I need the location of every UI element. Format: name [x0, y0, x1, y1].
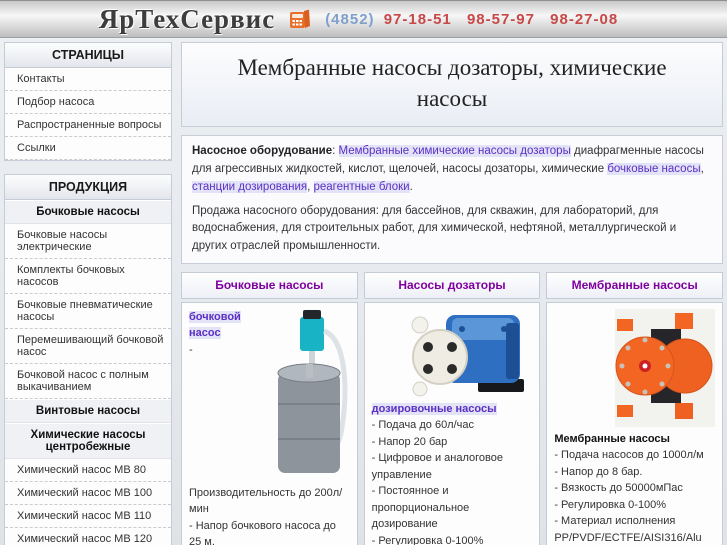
pages-panel-title: СТРАНИЦЫ [5, 43, 171, 68]
sidebar-group-screw-pumps[interactable]: Винтовые насосы [5, 399, 171, 423]
intro-paragraph-1: Насосное оборудование: Мембранные химиче… [192, 143, 712, 196]
sidebar-item-contacts[interactable]: Контакты [5, 68, 171, 91]
sidebar-item[interactable]: Химический насос МВ 100 [5, 482, 171, 505]
product-cards-row-1: Бочковые насосы бочковой насос - Произво… [181, 271, 723, 545]
spec-line: - Цифровое и аналоговое управление [371, 452, 503, 481]
intro-paragraph-2: Продажа насосного оборудования: для басс… [192, 204, 677, 253]
card-membrane-pumps: Мембранные насосы Мембранные насосы - По… [546, 271, 723, 545]
spec-line: - Напор 20 бар [371, 435, 448, 448]
pages-panel: СТРАНИЦЫ Контакты Подбор насоса Распрост… [4, 42, 172, 161]
link-reagent-blocks[interactable]: реагентные блоки [313, 180, 410, 193]
intro-period: . [409, 180, 413, 193]
fax-phone-icon [290, 9, 311, 28]
sidebar-item[interactable]: Бочковые пневматические насосы [5, 294, 171, 329]
membrane-pump-image[interactable] [615, 308, 715, 427]
sidebar-item[interactable]: Химический насос МВ 80 [5, 459, 171, 482]
card-dosing-pumps: Насосы дозаторы дозировочные насосы - По… [363, 271, 541, 545]
site-logo[interactable]: ЯрТехСервис [99, 4, 275, 35]
main-content: Мембранные насосы дозаторы, химические н… [181, 42, 723, 545]
card-barrel-pumps: Бочковые насосы бочковой насос - Произво… [181, 271, 358, 545]
link-dosing-stations[interactable]: станции дозирования [192, 180, 308, 193]
phone-numbers: (4852) 97-18-51 98-57-97 98-27-08 [325, 11, 628, 28]
sidebar-item[interactable]: Химический насос МВ 110 [5, 505, 171, 528]
dosing-pump-image[interactable] [400, 309, 532, 397]
products-panel: ПРОДУКЦИЯ Бочковые насосы Бочковые насос… [4, 174, 172, 545]
sidebar-item-pump-selection[interactable]: Подбор насоса [5, 91, 171, 114]
spec-line: - Регулировка 0-100% [371, 534, 484, 545]
intro-sep: , [307, 180, 314, 193]
card-dosing-pumps-body: дозировочные насосы - Подача до 60л/час … [363, 301, 541, 545]
card-barrel-pumps-body: бочковой насос - Производительность до 2… [181, 301, 358, 545]
phone-number: 97-18-51 [383, 10, 452, 28]
sidebar-group-chemical-centrifugal[interactable]: Химические насосы центробежные [5, 423, 171, 459]
phone-area-code: (4852) [325, 10, 375, 28]
barrel-pump-image[interactable] [270, 309, 350, 481]
card-dosing-pumps-title[interactable]: Насосы дозаторы [363, 271, 541, 299]
page-title: Мембранные насосы дозаторы, химические н… [181, 42, 723, 128]
link-barrel-pump[interactable]: бочковой насос [189, 310, 241, 340]
sidebar-item[interactable]: Бочковые насосы электрические [5, 224, 171, 259]
top-header-bar: ЯрТехСервис (4852) 97-18-51 98-57-97 98-… [0, 0, 727, 38]
sidebar: СТРАНИЦЫ Контакты Подбор насоса Распрост… [4, 42, 172, 545]
spec-line: - Вязкость до 50000мПас [554, 482, 683, 495]
sidebar-item[interactable]: Химический насос МВ 120 [5, 528, 171, 545]
intro-colon: : [332, 145, 339, 158]
sidebar-group-barrel-pumps[interactable]: Бочковые насосы [5, 200, 171, 224]
sidebar-item[interactable]: Перемешивающий бочковой насос [5, 329, 171, 364]
spec-line: - Материал исполнения PP/PVDF/ECTFE/AISI… [554, 515, 702, 544]
spec-line: - Подача до 60л/час [371, 419, 475, 432]
spec-line: - Напор до 8 бар. [554, 465, 643, 478]
phone-number: 98-27-08 [550, 10, 619, 28]
card-subtitle: Мембранные насосы [554, 432, 670, 445]
sidebar-item[interactable]: Комплекты бочковых насосов [5, 259, 171, 294]
link-dosing-pumps[interactable]: дозировочные насосы [371, 402, 497, 415]
products-panel-title: ПРОДУКЦИЯ [5, 175, 171, 200]
page-body: СТРАНИЦЫ Контакты Подбор насоса Распрост… [0, 38, 727, 545]
intro-sep: , [700, 162, 704, 175]
spec-line: - Регулировка 0-100% [554, 498, 667, 511]
card-membrane-pumps-body: Мембранные насосы - Подача насосов до 10… [546, 301, 723, 545]
link-membrane-dosing-pumps[interactable]: Мембранные химические насосы дозаторы [338, 145, 571, 158]
link-barrel-pumps[interactable]: бочковые насосы [607, 162, 701, 175]
spec-line: - Постоянное и пропорциональное дозирова… [371, 485, 470, 531]
sidebar-item[interactable]: Бочковой насос с полным выкачиванием [5, 364, 171, 399]
card-barrel-pumps-title[interactable]: Бочковые насосы [181, 271, 358, 299]
spec-line: - Подача насосов до 1000л/м [554, 449, 704, 462]
sidebar-item-links[interactable]: Ссылки [5, 137, 171, 160]
spec-line: - Напор бочкового насоса до 25 м. [189, 519, 336, 545]
sidebar-item-faq[interactable]: Распространенные вопросы [5, 114, 171, 137]
card-membrane-pumps-title[interactable]: Мембранные насосы [546, 271, 723, 299]
phone-number: 98-57-97 [466, 10, 535, 28]
intro-text-box: Насосное оборудование: Мембранные химиче… [181, 135, 723, 264]
intro-lead: Насосное оборудование [192, 145, 333, 158]
